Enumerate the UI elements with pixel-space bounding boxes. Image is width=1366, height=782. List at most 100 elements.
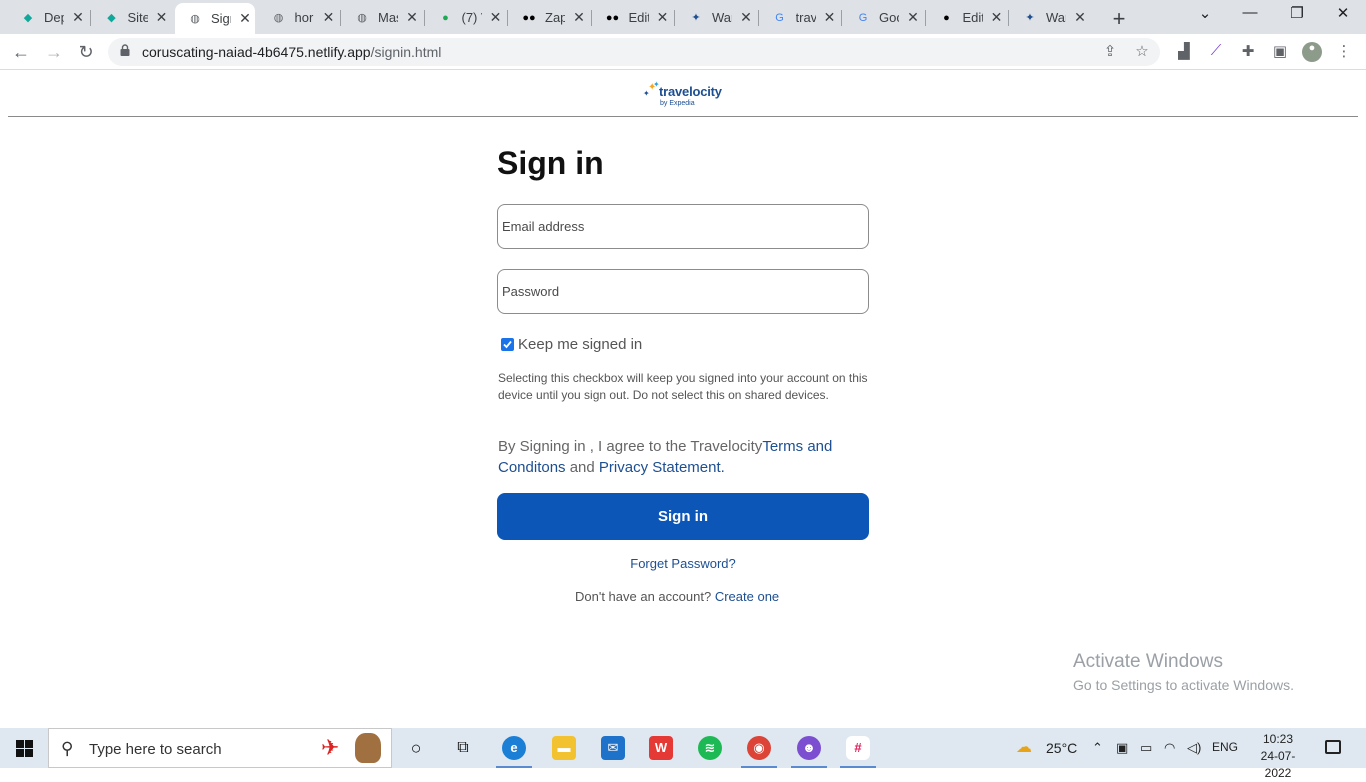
tab-search-icon[interactable]: ⌄ — [1193, 4, 1217, 22]
tab-close-icon[interactable]: ✕ — [237, 10, 253, 27]
tab-title: Sigr — [211, 11, 231, 26]
edge-icon[interactable]: e — [502, 736, 526, 760]
tab-close-icon[interactable]: ✕ — [321, 9, 337, 26]
show-hidden-icons-icon[interactable]: ⌃ — [1092, 740, 1103, 756]
notification-center-icon[interactable] — [1325, 740, 1341, 754]
new-tab-button[interactable]: + — [1108, 6, 1130, 32]
browser-tab[interactable]: ◍ Sigr ✕ — [175, 3, 255, 34]
tab-close-icon[interactable]: ✕ — [1072, 9, 1088, 26]
keep-signed-in-label[interactable]: Keep me signed in — [518, 336, 642, 353]
tab-title: War — [1046, 10, 1066, 25]
privacy-link[interactable]: Privacy Statement. — [599, 459, 725, 476]
tab-close-icon[interactable]: ✕ — [655, 9, 671, 26]
browser-tab[interactable]: ● (7) V ✕ — [426, 3, 506, 32]
tab-close-icon[interactable]: ✕ — [70, 9, 86, 26]
browser-tab[interactable]: Gtrav ✕ — [760, 3, 840, 32]
analytics-extension-icon[interactable]: ▟ — [1174, 42, 1194, 62]
search-placeholder: Type here to search — [89, 741, 222, 758]
volume-icon[interactable]: ◁) — [1187, 740, 1201, 756]
tab-close-icon[interactable]: ✕ — [488, 9, 504, 26]
forgot-password-link[interactable]: Forget Password? — [630, 556, 736, 571]
globe-icon: ◍ — [273, 12, 284, 24]
tab-title: Dep — [44, 10, 64, 25]
whatsapp-icon: ● — [442, 11, 449, 24]
side-panel-icon[interactable]: ▣ — [1270, 42, 1290, 62]
bookmark-star-icon[interactable]: ☆ — [1132, 42, 1152, 62]
close-window-icon[interactable]: ✕ — [1331, 4, 1355, 22]
language-indicator[interactable]: ENG — [1212, 740, 1238, 754]
tab-close-icon[interactable]: ✕ — [822, 9, 838, 26]
tab-close-icon[interactable]: ✕ — [154, 9, 170, 26]
taskbar-clock[interactable]: 10:23 24-07-2022 — [1250, 731, 1306, 782]
browser-tab[interactable]: ◍ Mas ✕ — [342, 3, 422, 32]
browser-tab[interactable]: ●● Edit ✕ — [593, 3, 673, 32]
no-account-text: Don't have an account? — [575, 589, 712, 604]
taskbar-search-box[interactable]: ⚲ Type here to search ✈ — [48, 728, 392, 768]
windows-start-icon[interactable] — [16, 740, 33, 757]
share-icon[interactable]: ⇪ — [1100, 42, 1120, 62]
search-icon: ⚲ — [61, 739, 74, 758]
tab-separator — [89, 10, 91, 26]
wps-office-icon[interactable]: W — [649, 736, 673, 760]
battery-icon[interactable]: ▭ — [1140, 740, 1152, 756]
forward-icon[interactable]: → — [42, 40, 66, 64]
tab-close-icon[interactable]: ✕ — [571, 9, 587, 26]
weather-icon[interactable]: ☁ — [1016, 737, 1032, 757]
browser-tab[interactable]: ● Edit ✕ — [927, 3, 1007, 32]
sign-in-button[interactable]: Sign in — [497, 493, 869, 540]
spotify-icon[interactable]: ≋ — [698, 736, 722, 760]
file-explorer-icon[interactable]: ▬ — [552, 736, 576, 760]
browser-tab[interactable]: ✦ War ✕ — [676, 3, 756, 32]
github-icon: ● — [943, 11, 950, 24]
page-content: ✦ ✦ ✦ travelocity by Expedia Sign in Kee… — [0, 71, 1366, 728]
globe-icon: ◍ — [190, 13, 200, 25]
extensions-puzzle-icon[interactable]: ✚ — [1238, 42, 1258, 62]
browser-tab[interactable]: ◆ Dep ✕ — [8, 3, 88, 32]
reload-icon[interactable]: ↻ — [74, 40, 98, 64]
chrome-icon[interactable]: ◉ — [747, 736, 771, 760]
discord-icon[interactable]: ☻ — [797, 736, 821, 760]
medium-icon: ●● — [522, 11, 536, 24]
browser-tab[interactable]: ◆ Site ✕ — [92, 3, 172, 32]
restore-icon[interactable]: ❐ — [1285, 4, 1309, 22]
meet-now-icon[interactable]: ▣ — [1116, 740, 1128, 756]
address-bar[interactable]: coruscating-naiad-4b6475.netlify.app/sig… — [108, 38, 1160, 66]
back-icon[interactable]: ← — [9, 40, 33, 64]
email-field[interactable] — [497, 204, 869, 249]
browser-tab[interactable]: ●● Zap ✕ — [509, 3, 589, 32]
create-account-link[interactable]: Create one — [715, 589, 779, 604]
page-title: Sign in — [497, 145, 604, 181]
browser-tab[interactable]: G Goo ✕ — [843, 3, 923, 32]
tab-separator — [674, 10, 675, 26]
wifi-icon[interactable]: ◠ — [1164, 740, 1175, 756]
tab-separator — [841, 10, 842, 26]
tab-close-icon[interactable]: ✕ — [738, 9, 754, 26]
menu-dots-icon[interactable]: ⋮ — [1334, 42, 1354, 62]
task-view-icon[interactable]: ⧉ — [451, 736, 475, 760]
tab-close-icon[interactable]: ✕ — [989, 9, 1005, 26]
browser-tab[interactable]: ◍ hor ✕ — [259, 3, 339, 32]
tab-close-icon[interactable]: ✕ — [905, 9, 921, 26]
tab-close-icon[interactable]: ✕ — [404, 9, 420, 26]
cortana-icon[interactable]: ○ — [404, 736, 428, 760]
browser-tab-bar: ◆ Dep ✕ ◆ Site ✕ ◍ Sigr ✕ ◍ hor ✕ ◍ Mas ✕ ● (7) V ✕ ●● Zap ✕… — [0, 0, 1366, 34]
tab-title: hor — [294, 10, 314, 25]
tab-title: Edit — [962, 10, 983, 25]
header-divider — [8, 116, 1358, 117]
windows-taskbar: ⚲ Type here to search ✈ ○ ⧉ e ▬ ✉ W ≋ ◉ … — [0, 728, 1366, 780]
logo-wordmark: travelocity — [659, 84, 722, 99]
travelocity-logo[interactable]: ✦ ✦ ✦ travelocity by Expedia — [642, 79, 732, 111]
diamond-icon: ◆ — [23, 12, 33, 24]
minimize-icon[interactable]: — — [1238, 4, 1262, 21]
slack-icon[interactable]: # — [846, 736, 870, 760]
tab-separator — [1008, 10, 1009, 26]
mail-icon[interactable]: ✉ — [601, 736, 625, 760]
pen-extension-icon[interactable]: ⟋ — [1206, 42, 1226, 62]
profile-avatar[interactable]: ● — [1302, 42, 1322, 62]
tab-title: Site — [127, 10, 148, 25]
password-field[interactable] — [497, 269, 869, 314]
keep-signed-in-checkbox[interactable] — [501, 338, 514, 351]
weather-temperature[interactable]: 25°C — [1046, 740, 1077, 756]
browser-tab[interactable]: ✦ War ✕ — [1010, 3, 1090, 32]
google-translate-icon: G — [858, 11, 868, 24]
